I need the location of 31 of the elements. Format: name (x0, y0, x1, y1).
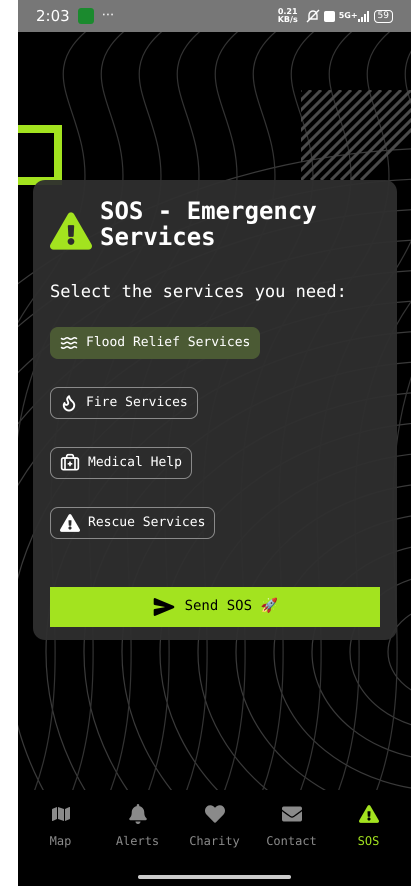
nav-tab[interactable]: Alerts (102, 804, 174, 850)
bell-icon (128, 804, 146, 824)
signal-icon (358, 10, 370, 22)
envelope-icon (282, 804, 302, 824)
clock-time: 2:03 (36, 6, 70, 27)
service-toggle[interactable]: Fire Services (50, 386, 198, 418)
warning-icon (50, 212, 92, 250)
medical-kit-icon (60, 452, 80, 472)
send-icon (152, 596, 175, 618)
battery-indicator: 59 (374, 10, 393, 22)
flame-icon (60, 394, 78, 412)
nav-tab[interactable]: Charity (178, 804, 250, 850)
service-toggle[interactable]: Medical Help (50, 446, 192, 478)
app-notification-icon (78, 8, 94, 24)
services-prompt: Select the services you need: (50, 281, 348, 304)
network-type: 5G+ (338, 10, 358, 22)
more-notifications: ··· (102, 7, 114, 26)
muted-bell-icon (306, 9, 320, 23)
nav-tab[interactable]: Contact (256, 804, 328, 850)
send-sos-button[interactable]: Send SOS 🚀 (50, 586, 380, 626)
warning-icon (60, 512, 80, 532)
service-toggle[interactable]: Rescue Services (50, 506, 216, 538)
nav-tab[interactable]: SOS (332, 804, 404, 850)
card-title: SOS - Emergency Services (100, 198, 318, 250)
service-toggle[interactable]: Flood Relief Services (50, 326, 260, 358)
map-icon (52, 804, 70, 824)
nav-tab[interactable]: Map (24, 804, 96, 850)
network-speed: 0.21 KB/s (278, 8, 298, 24)
warning-icon (358, 804, 378, 824)
sim-icon (324, 10, 335, 22)
heart-icon (204, 804, 224, 824)
